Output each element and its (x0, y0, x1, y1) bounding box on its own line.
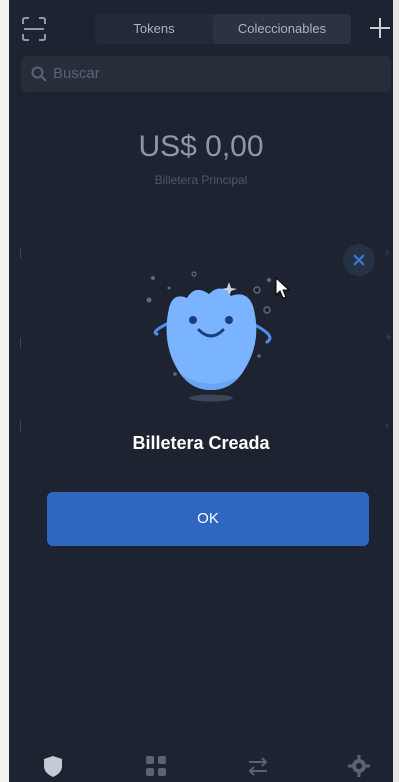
list-edge-marker: | (19, 335, 23, 349)
tab-tokens[interactable]: Tokens (95, 14, 213, 44)
list-edge-marker: › (385, 245, 389, 259)
ok-button[interactable]: OK (47, 492, 369, 546)
balance-amount: US$ 0,00 (138, 130, 264, 163)
list-edge-marker: › (385, 418, 389, 432)
search-placeholder: Buscar (53, 65, 100, 82)
segmented-tabs: Tokens Coleccionables (95, 14, 351, 44)
list-edge-marker: | (19, 245, 23, 259)
swap-icon[interactable] (246, 754, 270, 778)
modal-title: Billetera Creada (132, 433, 270, 453)
tab-coleccionables[interactable]: Coleccionables (213, 14, 351, 44)
wallet-created-illustration (146, 271, 272, 402)
list-edge-marker: + (385, 330, 393, 344)
close-icon (353, 254, 365, 266)
scan-icon[interactable] (21, 16, 47, 42)
background-edge (393, 0, 399, 782)
search-icon (31, 66, 47, 82)
plus-icon[interactable] (367, 14, 393, 42)
close-button[interactable] (343, 244, 375, 276)
wallet-shield-icon[interactable] (41, 754, 65, 778)
list-edge-marker: | (19, 418, 23, 432)
settings-gear-icon[interactable] (347, 754, 371, 778)
wallet-name: Billetera Principal (154, 173, 248, 187)
apps-grid-icon[interactable] (144, 754, 168, 778)
phone-screen: Tokens Coleccionables Buscar US$ 0,00 Bi… (9, 0, 393, 782)
top-bar: Tokens Coleccionables (9, 0, 393, 60)
search-input[interactable]: Buscar (21, 56, 391, 92)
bottom-navigation (9, 740, 393, 782)
mouse-cursor-icon (275, 276, 291, 299)
